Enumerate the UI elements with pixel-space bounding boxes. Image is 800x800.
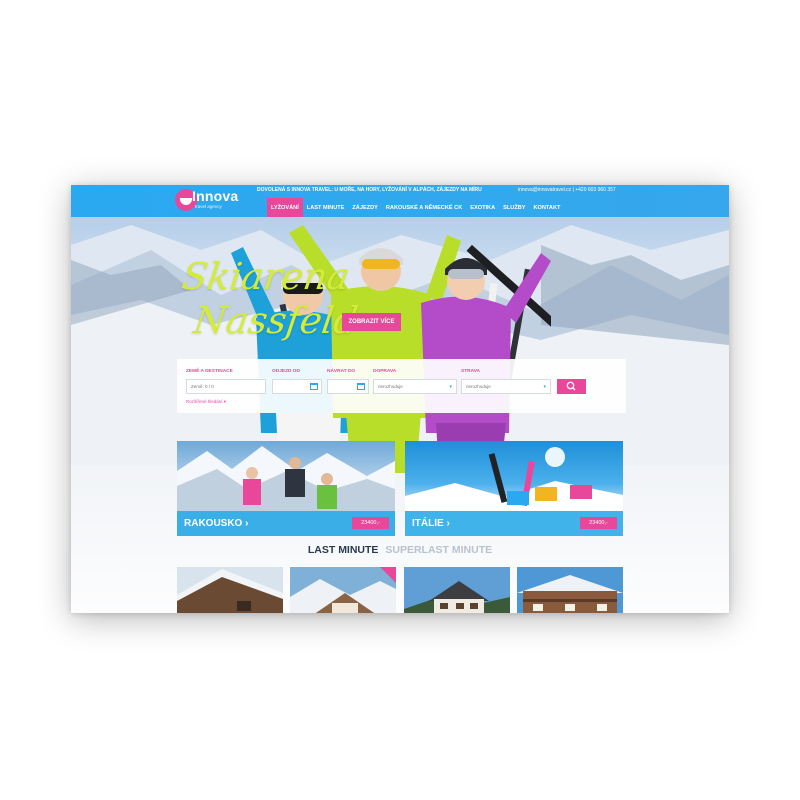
- nav-item-last-minute[interactable]: LAST MINUTE: [303, 198, 349, 217]
- logo-subtitle: travel agency: [195, 204, 222, 209]
- transport-value: nerozhoduje: [378, 384, 403, 389]
- hero-headline: Skiarena Nassfeld: [173, 255, 367, 344]
- page-background: Skiarena Nassfeld ZOBRAZIT VÍCE Innova t…: [0, 0, 800, 800]
- header-contact[interactable]: innova@innovatravel.cz | +420 603 960 35…: [518, 187, 616, 193]
- card-title: RAKOUSKO ›: [184, 518, 249, 529]
- chevron-down-icon: ▾: [543, 384, 546, 390]
- destination-value: Země: 0 / 0: [191, 384, 214, 389]
- nav-item-sluzby[interactable]: SLUŽBY: [499, 198, 529, 217]
- logo-text: Innova: [192, 188, 239, 204]
- return-label: NÁVRAT DO: [327, 369, 356, 374]
- offer-tabs: LAST MINUTE SUPERLAST MINUTE: [71, 544, 729, 556]
- card-title: ITÁLIE ›: [412, 518, 450, 529]
- destination-card-italie[interactable]: ITÁLIE › 23400,-: [405, 441, 623, 536]
- tab-last-minute[interactable]: LAST MINUTE: [308, 544, 379, 556]
- site-header: Innova travel agency DOVOLENÁ S INNOVA T…: [71, 185, 729, 217]
- nav-item-zajezdy[interactable]: ZÁJEZDY: [348, 198, 382, 217]
- card-price: 23400,-: [352, 517, 389, 529]
- search-button[interactable]: [557, 379, 586, 394]
- hero-headline-line2: Nassfeld: [190, 299, 361, 343]
- departure-date-field[interactable]: [272, 379, 322, 394]
- transport-select[interactable]: nerozhoduje ▾: [373, 379, 457, 394]
- destination-card-rakousko[interactable]: RAKOUSKO › 23400,-: [177, 441, 395, 536]
- nav-item-kontakt[interactable]: KONTAKT: [530, 198, 565, 217]
- nav-item-lyzovani[interactable]: LYŽOVÁNÍ: [267, 198, 303, 217]
- board-select[interactable]: nerozhoduje ▾: [461, 379, 551, 394]
- hotel-photo: [290, 567, 396, 613]
- board-label: STRAVA: [461, 369, 481, 374]
- offer-thumbnail[interactable]: [177, 567, 283, 613]
- house-photo: [404, 567, 510, 613]
- hero-headline-line1: Skiarena: [179, 255, 353, 298]
- destination-label: ZEMĚ A DESTINACE: [186, 369, 233, 374]
- departure-label: ODJEZD OD: [272, 369, 300, 374]
- tab-superlast-minute[interactable]: SUPERLAST MINUTE: [385, 544, 492, 556]
- show-more-button[interactable]: ZOBRAZIT VÍCE: [342, 313, 401, 331]
- website-screenshot: Skiarena Nassfeld ZOBRAZIT VÍCE Innova t…: [71, 185, 729, 613]
- calendar-icon: [357, 383, 365, 390]
- destination-field[interactable]: Země: 0 / 0: [186, 379, 266, 394]
- chalet-photo: [177, 567, 283, 613]
- board-value: nerozhoduje: [466, 384, 491, 389]
- lodge-photo: [517, 567, 623, 613]
- card-price: 23400,-: [580, 517, 617, 529]
- calendar-icon: [310, 383, 318, 390]
- chevron-down-icon: ▾: [449, 384, 452, 390]
- offer-thumbnail[interactable]: [290, 567, 396, 613]
- nav-item-rakouske-nemecke-ck[interactable]: RAKOUSKÉ A NĚMECKÉ CK: [382, 198, 466, 217]
- offer-thumbnail[interactable]: [517, 567, 623, 613]
- header-tagline: DOVOLENÁ S INNOVA TRAVEL: U MOŘE, NA HOR…: [257, 187, 482, 193]
- search-icon: [566, 381, 576, 391]
- transport-label: DOPRAVA: [373, 369, 397, 374]
- nav-item-exotika[interactable]: EXOTIKA: [466, 198, 499, 217]
- logo[interactable]: Innova travel agency: [175, 188, 255, 215]
- main-nav: LYŽOVÁNÍ LAST MINUTE ZÁJEZDY RAKOUSKÉ A …: [267, 198, 564, 217]
- return-date-field[interactable]: [327, 379, 369, 394]
- advanced-search-link[interactable]: Rozšířené hledání ▾: [186, 399, 226, 405]
- offer-thumbnail[interactable]: [404, 567, 510, 613]
